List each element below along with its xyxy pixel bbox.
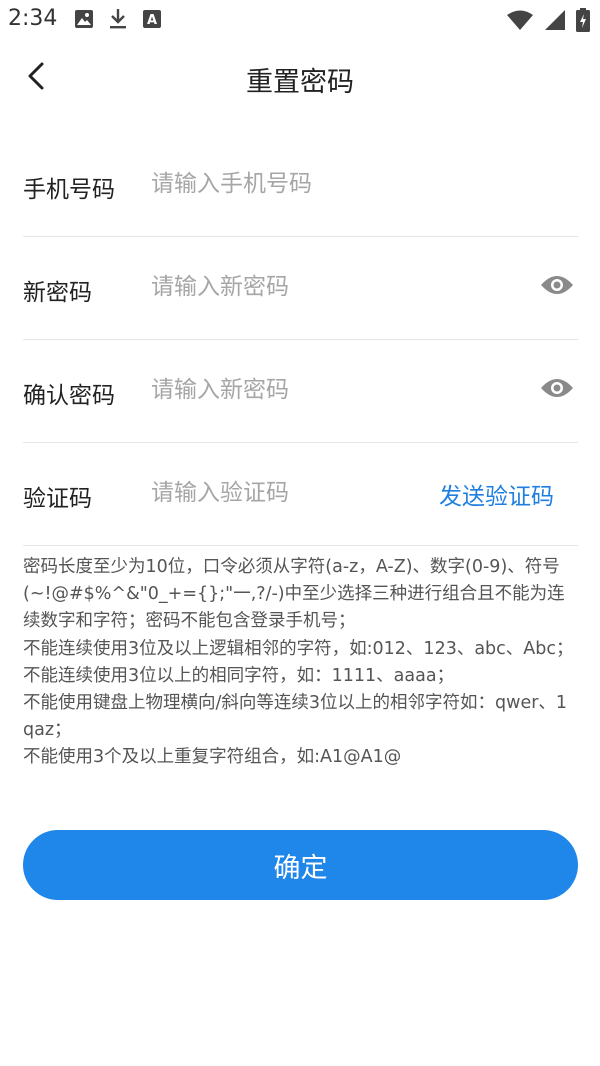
phone-input[interactable] bbox=[151, 164, 451, 204]
rule-text: 不能使用键盘上物理横向/斜向等连续3位以上的相邻字符如：qwer、1qaz； bbox=[23, 693, 568, 741]
phone-label: 手机号码 bbox=[23, 177, 115, 203]
wifi-icon bbox=[506, 9, 534, 35]
svg-text:A: A bbox=[147, 13, 157, 28]
page-title: 重置密码 bbox=[246, 67, 354, 98]
rule-text: 密码长度至少为10位，口令必须从字符(a-z，A-Z)、数字(0-9)、符号(~… bbox=[23, 557, 565, 632]
confirm-password-input[interactable] bbox=[151, 370, 451, 410]
new-password-row: 新密码 bbox=[23, 237, 578, 340]
confirm-button[interactable]: 确定 bbox=[23, 830, 578, 900]
signal-icon bbox=[544, 9, 566, 35]
font-a-icon: A bbox=[142, 9, 162, 33]
eye-icon[interactable] bbox=[540, 376, 574, 400]
status-bar: 2:34 A bbox=[0, 0, 600, 40]
rule-text: 不能使用3个及以上重复字符组合，如:A1@A1@ bbox=[23, 747, 402, 768]
send-code-button[interactable]: 发送验证码 bbox=[439, 477, 554, 511]
eye-icon[interactable] bbox=[540, 273, 574, 297]
new-password-label: 新密码 bbox=[23, 280, 92, 306]
image-icon bbox=[74, 9, 94, 33]
status-time: 2:34 bbox=[8, 6, 58, 31]
code-input[interactable] bbox=[151, 473, 411, 513]
confirm-password-label: 确认密码 bbox=[23, 383, 115, 409]
phone-row: 手机号码 bbox=[23, 134, 578, 237]
new-password-input[interactable] bbox=[151, 267, 451, 307]
reset-password-form: 手机号码 新密码 确认密码 验证码 发送验证码 bbox=[23, 134, 578, 546]
rule-text: 不能连续使用3位以上的相同字符，如：1111、aaaa； bbox=[23, 665, 455, 686]
code-label: 验证码 bbox=[23, 486, 92, 512]
battery-icon bbox=[576, 8, 590, 36]
confirm-password-row: 确认密码 bbox=[23, 340, 578, 443]
download-icon bbox=[108, 8, 128, 34]
code-row: 验证码 发送验证码 bbox=[23, 443, 578, 546]
rule-text: 不能连续使用3位及以上逻辑相邻的字符，如:012、123、abc、Abc； bbox=[23, 638, 574, 659]
password-rules: 密码长度至少为10位，口令必须从字符(a-z，A-Z)、数字(0-9)、符号(~… bbox=[23, 554, 578, 772]
header: 重置密码 bbox=[0, 50, 600, 106]
